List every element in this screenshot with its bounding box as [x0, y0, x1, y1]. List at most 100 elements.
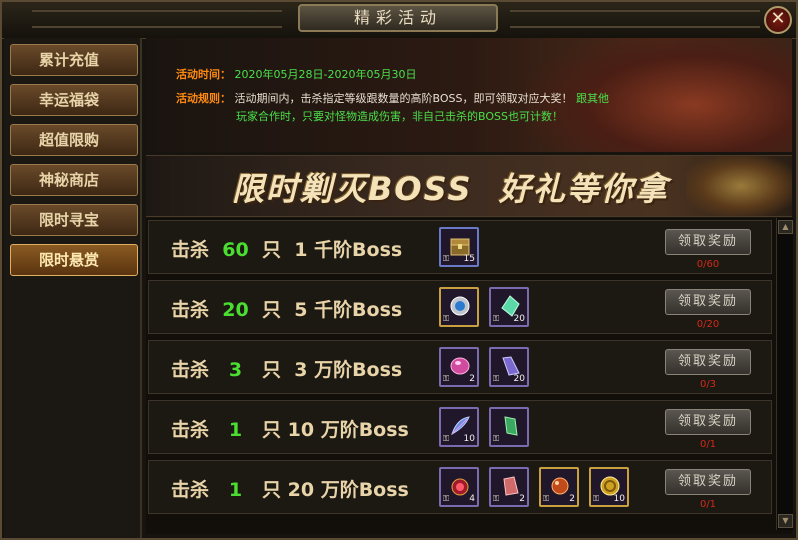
sidebar-item-mystery-shop[interactable]: 神秘商店 [10, 164, 138, 196]
boss-tier: 千阶Boss [314, 239, 403, 261]
time-label: 活动时间： [176, 68, 231, 81]
kill-requirement: 击杀 20 只 5 千阶Boss [171, 295, 402, 322]
reward-item-slot[interactable]: ⚿ 2 [489, 467, 529, 507]
close-icon: ✕ [770, 8, 786, 29]
kill-unit: 只 [261, 359, 281, 381]
kill-unit: 只 [261, 419, 281, 441]
item-count: 2 [469, 374, 475, 384]
bound-lock-icon: ⚿ [443, 254, 450, 263]
bound-lock-icon: ⚿ [443, 434, 450, 443]
item-count: 2 [519, 494, 525, 504]
red-jewel-icon [451, 478, 469, 496]
claim-reward-button[interactable]: 领取奖励 [665, 349, 751, 375]
sidebar-item-treasure-hunt[interactable]: 限时寻宝 [10, 204, 138, 236]
kill-requirement: 击杀 1 只 20 万阶Boss [171, 475, 409, 502]
kill-prefix: 击杀 [171, 299, 210, 321]
window-title: 精彩活动 [298, 4, 498, 32]
kill-count: 60 [222, 239, 249, 261]
bound-lock-icon: ⚿ [443, 494, 450, 503]
item-count: 4 [469, 494, 475, 504]
reward-item-slot[interactable]: ⚿ [489, 407, 529, 447]
item-count: 20 [513, 314, 525, 324]
reward-row: 击杀 60 只 1 千阶Boss ⚿ 15 领取奖励 0/60 [148, 220, 772, 274]
boss-level: 10 [287, 419, 315, 441]
sidebar-item-cumulative-recharge[interactable]: 累计充值 [10, 44, 138, 76]
reward-item-slot[interactable]: ⚿ 15 [439, 227, 479, 267]
red-orb-icon [551, 477, 569, 495]
kill-progress: 0/20 [696, 319, 720, 330]
reward-row: 击杀 1 只 20 万阶Boss ⚿ 4 ⚿ 2 ⚿ 2 ⚿ 10 领取奖励 0… [148, 460, 772, 514]
close-button[interactable]: ✕ [764, 6, 792, 34]
reward-item-slot[interactable]: ⚿ 20 [489, 347, 529, 387]
kill-requirement: 击杀 3 只 3 万阶Boss [171, 355, 402, 382]
kill-prefix: 击杀 [171, 359, 210, 381]
kill-unit: 只 [261, 239, 281, 261]
rule-label: 活动规则： [176, 92, 231, 105]
claim-reward-button[interactable]: 领取奖励 [665, 229, 751, 255]
kill-prefix: 击杀 [171, 239, 210, 261]
activity-rule-row-2: 玩家合作时，只要对怪物造成伤害，非自己击杀的BOSS也可计数！ [236, 108, 563, 124]
pink-gem-icon [450, 357, 470, 375]
kill-requirement: 击杀 60 只 1 千阶Boss [171, 235, 402, 262]
boss-level: 1 [294, 239, 308, 261]
banner-text: 限时剿灭BOSS 好礼等你拿 [232, 170, 669, 208]
gold-dragon-image [686, 156, 792, 216]
bound-lock-icon: ⚿ [593, 494, 600, 503]
kill-progress: 0/3 [699, 379, 717, 390]
reward-list-scrollbar[interactable]: ▲ ▼ [776, 218, 793, 530]
kill-count: 1 [228, 419, 243, 441]
time-value: 2020年05月28日-2020年05月30日 [234, 68, 417, 81]
kill-requirement: 击杀 1 只 10 万阶Boss [171, 415, 409, 442]
claim-reward-button[interactable]: 领取奖励 [665, 409, 751, 435]
boss-tier: 千阶Boss [314, 299, 403, 321]
activity-info-panel: 活动时间： 2020年05月28日-2020年05月30日 活动规则： 活动期间… [146, 38, 792, 152]
reward-item-slot[interactable]: ⚿ 2 [439, 347, 479, 387]
kill-progress: 0/1 [699, 439, 717, 450]
reward-row: 击杀 20 只 5 千阶Boss ⚿ ⚿ 20 领取奖励 0/20 [148, 280, 772, 334]
activity-window: 精彩活动 ✕ 累计充值 幸运福袋 超值限购 神秘商店 限时寻宝 限时悬赏 活动时… [0, 0, 798, 540]
bound-lock-icon: ⚿ [443, 374, 450, 383]
claim-reward-button[interactable]: 领取奖励 [665, 289, 751, 315]
sidebar-item-bounty[interactable]: 限时悬赏 [10, 244, 138, 276]
reward-item-slot[interactable]: ⚿ [439, 287, 479, 327]
sidebar: 累计充值 幸运福袋 超值限购 神秘商店 限时寻宝 限时悬赏 [4, 38, 142, 538]
reward-item-slot[interactable]: ⚿ 4 [439, 467, 479, 507]
bound-lock-icon: ⚿ [493, 494, 500, 503]
bound-lock-icon: ⚿ [493, 434, 500, 443]
reward-item-slot[interactable]: ⚿ 10 [439, 407, 479, 447]
kill-unit: 只 [261, 479, 281, 501]
reward-item-slot[interactable]: ⚿ 10 [589, 467, 629, 507]
reward-row: 击杀 3 只 3 万阶Boss ⚿ 2 ⚿ 20 领取奖励 0/3 [148, 340, 772, 394]
bound-lock-icon: ⚿ [493, 374, 500, 383]
kill-progress: 0/60 [696, 259, 720, 270]
kill-count: 3 [228, 359, 243, 381]
headline-banner: 限时剿灭BOSS 好礼等你拿 [146, 155, 792, 217]
reward-list: 击杀 60 只 1 千阶Boss ⚿ 15 领取奖励 0/60 击杀 20 只 … [146, 218, 792, 534]
boss-tier: 万阶Boss [320, 479, 409, 501]
bound-lock-icon: ⚿ [543, 494, 550, 503]
kill-count: 20 [222, 299, 249, 321]
reward-item-slot[interactable]: ⚿ 20 [489, 287, 529, 327]
kill-prefix: 击杀 [171, 479, 210, 501]
kill-prefix: 击杀 [171, 419, 210, 441]
blue-orb-icon [450, 296, 470, 316]
claim-reward-button[interactable]: 领取奖励 [665, 469, 751, 495]
item-count: 10 [613, 494, 625, 504]
item-count: 2 [569, 494, 575, 504]
title-bar: 精彩活动 ✕ [2, 2, 796, 39]
boss-tier: 万阶Boss [314, 359, 403, 381]
reward-item-slot[interactable]: ⚿ 2 [539, 467, 579, 507]
bound-lock-icon: ⚿ [493, 314, 500, 323]
item-count: 20 [513, 374, 525, 384]
boss-level: 20 [287, 479, 315, 501]
sidebar-item-value-limited[interactable]: 超值限购 [10, 124, 138, 156]
green-crystal-icon [504, 416, 518, 436]
sidebar-item-lucky-bag[interactable]: 幸运福袋 [10, 84, 138, 116]
item-count: 10 [463, 434, 475, 444]
boss-tier: 万阶Boss [320, 419, 409, 441]
red-crystal-icon [503, 476, 519, 496]
rule-green-text-1: 跟其他 [575, 92, 609, 105]
scroll-up-button[interactable]: ▲ [778, 220, 793, 234]
scroll-down-button[interactable]: ▼ [778, 514, 793, 528]
rule-text: 活动期间内，击杀指定等级跟数量的高阶BOSS，即可领取对应大奖！ [234, 92, 573, 105]
